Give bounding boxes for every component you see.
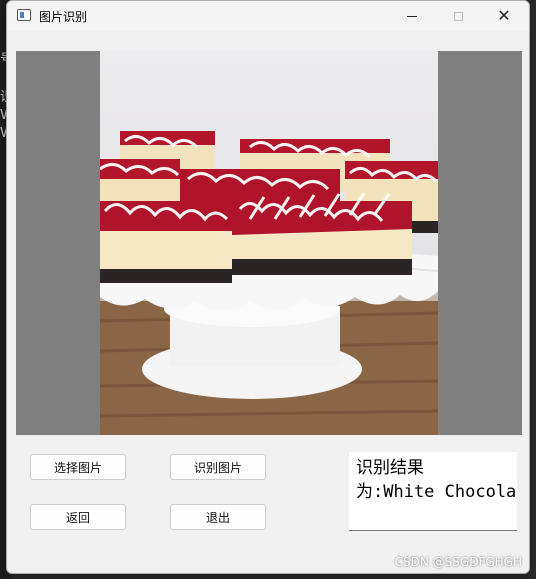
select-image-button[interactable]: 选择图片 — [30, 454, 126, 480]
image-display-panel — [16, 51, 522, 435]
exit-button[interactable]: 退出 — [170, 504, 266, 530]
result-line-2: 为:White Chocolate — [356, 482, 517, 502]
result-line-1: 识别结果 — [356, 458, 424, 478]
recognize-image-button[interactable]: 识别图片 — [170, 454, 266, 480]
back-button[interactable]: 返回 — [30, 504, 126, 530]
maximize-button[interactable] — [435, 1, 481, 31]
close-icon: ✕ — [497, 6, 511, 25]
watermark: CSDN @SSGDFGHGH — [394, 555, 522, 569]
minimize-button[interactable] — [389, 1, 435, 31]
close-button[interactable]: ✕ — [481, 1, 527, 31]
window-title: 图片识别 — [39, 10, 88, 24]
maximize-icon — [453, 11, 463, 21]
cheesecake-photo — [100, 51, 438, 435]
title-bar[interactable]: 图片识别 ✕ — [7, 1, 529, 31]
app-icon — [17, 9, 31, 21]
recognition-result-text[interactable]: 识别结果 为:White Chocolate — [349, 452, 517, 531]
image-recognition-window: 图片识别 ✕ 选择图片 识别图片 返回 退出 识别结果 为:White Choc… — [6, 0, 530, 574]
minimize-icon — [407, 15, 417, 17]
